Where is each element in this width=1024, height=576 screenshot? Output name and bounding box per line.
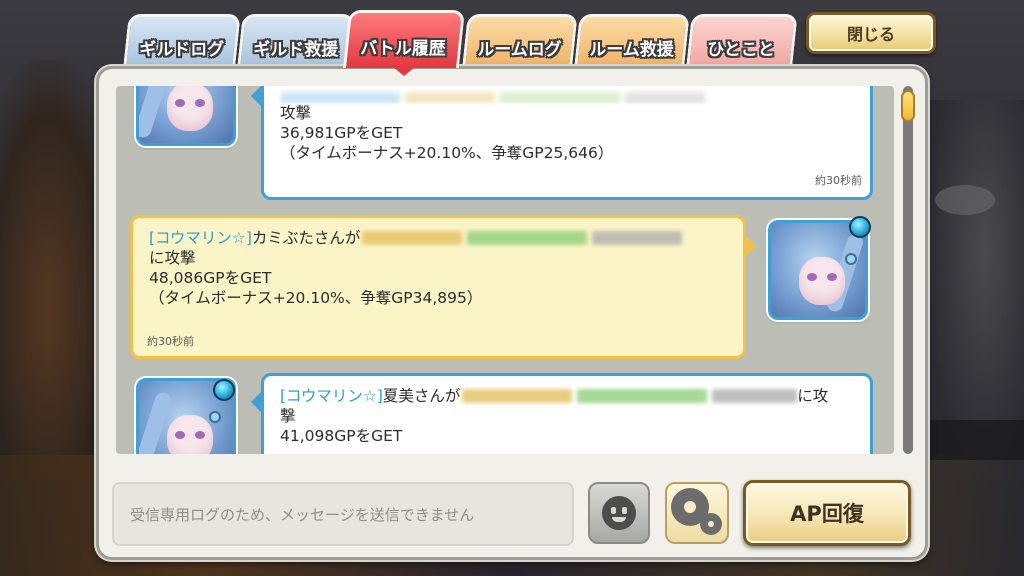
list-item: [コウマリン☆]カミぶたさんが に攻撃 48,086GPをGET （タイムボーナ…	[130, 215, 746, 359]
guild-name-link[interactable]: [コウマリン☆]	[149, 229, 252, 247]
log-text: 41,098GPをGET	[280, 427, 403, 445]
scrollbar[interactable]	[903, 86, 913, 454]
tab-room-rescue[interactable]: ルーム救援	[574, 14, 690, 66]
log-text: （タイムボーナス+20.10%、争奪GP34,895）	[149, 289, 483, 307]
log-text: 48,086GPをGET	[149, 269, 272, 287]
log-text: [コウマリン☆]夏美さんが に攻	[280, 387, 829, 405]
tab-hitokoto[interactable]: ひとこと	[686, 14, 798, 66]
redacted-text	[360, 229, 683, 247]
guild-name-link[interactable]: [コウマリン☆]	[280, 387, 383, 405]
list-item: 攻撃 36,981GPをGET （タイムボーナス+20.10%、争奪GP25,6…	[261, 86, 873, 200]
log-text: 撃	[280, 407, 296, 425]
rank-orb-icon	[213, 379, 235, 401]
tab-room-log[interactable]: ルームログ	[462, 14, 578, 66]
message-input[interactable]: 受信専用ログのため、メッセージを送信できません	[112, 482, 574, 546]
settings-button[interactable]	[665, 482, 729, 544]
face-icon	[602, 496, 636, 530]
scrollbar-thumb[interactable]	[901, 90, 915, 122]
battle-log-list[interactable]: 攻撃 36,981GPをGET （タイムボーナス+20.10%、争奪GP25,6…	[116, 86, 894, 454]
log-text: に攻撃	[149, 249, 196, 267]
timestamp: 約30秒前	[147, 335, 194, 348]
rank-orb-icon	[849, 216, 871, 238]
redacted-text	[460, 387, 798, 405]
list-item: [コウマリン☆]夏美さんが に攻 撃 41,098GPをGET	[261, 373, 873, 454]
timestamp: 約30秒前	[815, 174, 862, 187]
redacted-text	[280, 89, 854, 103]
ap-recover-button[interactable]: AP回復	[743, 480, 911, 546]
log-text: （タイムボーナス+20.10%、争奪GP25,646）	[280, 144, 614, 162]
stamp-button[interactable]	[588, 482, 650, 544]
close-button[interactable]: 閉じる	[806, 12, 936, 54]
player-avatar[interactable]	[136, 86, 236, 146]
active-tab-pointer	[392, 66, 416, 76]
log-text: 攻撃	[280, 104, 312, 122]
tab-guild-rescue[interactable]: ギルド救援	[237, 14, 355, 66]
log-text: 36,981GPをGET	[280, 124, 403, 142]
tab-battle-history[interactable]: バトル履歴	[342, 10, 466, 68]
tab-guild-log[interactable]: ギルドログ	[123, 14, 241, 66]
log-text: [コウマリン☆]カミぶたさんが	[149, 228, 727, 248]
